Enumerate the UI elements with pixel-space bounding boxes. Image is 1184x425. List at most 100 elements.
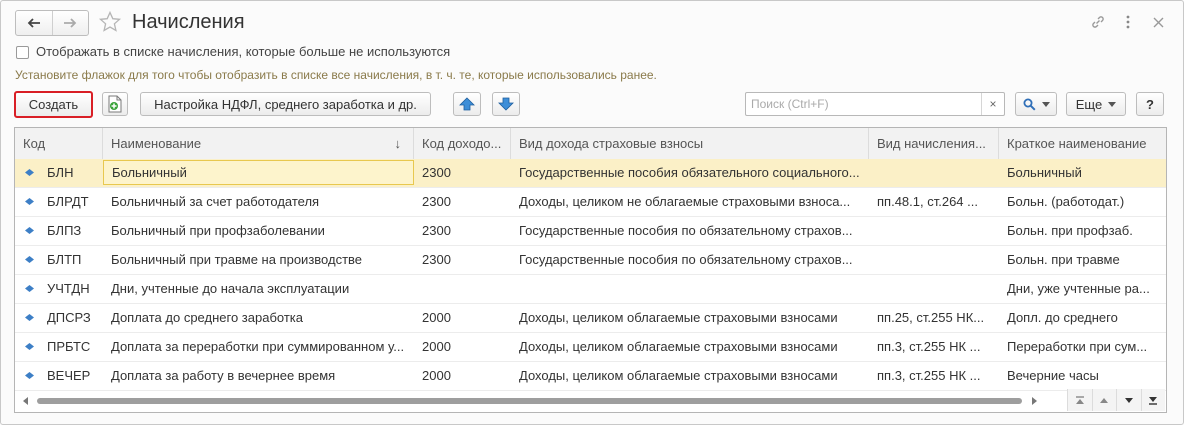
search-clear-button[interactable]: × — [981, 93, 1004, 115]
cell-short-name[interactable]: Переработки при сум... — [999, 333, 1166, 361]
cell-accrual-type[interactable]: пп.48.1, ст.264 ... — [869, 188, 999, 216]
more-menu-button[interactable]: Еще — [1066, 92, 1126, 116]
cell-name[interactable]: Доплата до среднего заработка — [103, 304, 414, 332]
cell-name[interactable]: Дни, учтенные до начала эксплуатации — [103, 275, 414, 303]
table-row[interactable]: ВЕЧЕР Доплата за работу в вечернее время 2… — [15, 362, 1166, 391]
favorite-star-icon[interactable] — [98, 10, 122, 34]
search-placeholder: Поиск (Ctrl+F) — [751, 97, 829, 111]
cell-code[interactable]: ПРБТС — [39, 333, 103, 361]
arrow-left-icon — [27, 18, 40, 28]
table-row[interactable]: БЛРДТ Больничный за счет работодателя 2300… — [15, 188, 1166, 217]
cell-income-code[interactable]: 2000 — [414, 333, 511, 361]
cell-name[interactable]: Больничный — [103, 160, 414, 185]
column-header-income-code[interactable]: Код доходо... — [414, 128, 511, 159]
cell-income-code[interactable]: 2000 — [414, 362, 511, 390]
cell-short-name[interactable]: Дни, уже учтенные ра... — [999, 275, 1166, 303]
close-icon[interactable] — [1148, 12, 1168, 32]
cell-accrual-type[interactable] — [869, 246, 999, 274]
page-down-button[interactable] — [1116, 389, 1141, 411]
cell-short-name[interactable]: Больн. при травме — [999, 246, 1166, 274]
create-button[interactable]: Создать — [14, 91, 93, 118]
table-header: Код Наименование ↓ Код доходо... Вид дох… — [15, 128, 1166, 160]
column-header-short-name[interactable]: Краткое наименование — [999, 128, 1166, 159]
cell-insurance-income-type[interactable]: Доходы, целиком облагаемые страховыми вз… — [511, 333, 869, 361]
cell-name[interactable]: Больничный при травме на производстве — [103, 246, 414, 274]
show-unused-label[interactable]: Отображать в списке начисления, которые … — [36, 44, 450, 59]
triangle-down-icon — [1124, 397, 1133, 403]
back-button[interactable] — [16, 11, 52, 35]
cell-name[interactable]: Доплата за работу в вечернее время — [103, 362, 414, 390]
column-header-name[interactable]: Наименование ↓ — [103, 128, 414, 159]
cell-code[interactable]: БЛН — [39, 159, 103, 187]
last-row-icon — [1149, 396, 1158, 405]
copy-button[interactable] — [102, 92, 128, 116]
table-row[interactable]: БЛН Больничный 2300 Государственные пособия… — [15, 159, 1166, 188]
cell-insurance-income-type[interactable] — [511, 275, 869, 303]
horizontal-scrollbar-thumb[interactable] — [37, 398, 1022, 404]
cell-accrual-type[interactable]: пп.3, ст.255 НК ... — [869, 333, 999, 361]
more-vertical-icon[interactable] — [1118, 12, 1138, 32]
cell-code[interactable]: ДПСРЗ — [39, 304, 103, 332]
cell-income-code[interactable] — [414, 275, 511, 303]
cell-name[interactable]: Больничный при профзаболевании — [103, 217, 414, 245]
cell-name[interactable]: Доплата за переработки при суммированном… — [103, 333, 414, 361]
go-to-first-button[interactable] — [1067, 389, 1092, 411]
cell-code[interactable]: БЛПЗ — [39, 217, 103, 245]
cell-insurance-income-type[interactable]: Государственные пособия по обязательному… — [511, 246, 869, 274]
cell-insurance-income-type[interactable]: Доходы, целиком облагаемые страховыми вз… — [511, 304, 869, 332]
cell-name[interactable]: Больничный за счет работодателя — [103, 188, 414, 216]
column-header-code[interactable]: Код — [15, 128, 103, 159]
page-up-button[interactable] — [1091, 389, 1116, 411]
magnifier-icon — [1023, 98, 1036, 111]
cell-code[interactable]: ВЕЧЕР — [39, 362, 103, 390]
cell-code[interactable]: БЛТП — [39, 246, 103, 274]
cell-insurance-income-type[interactable]: Доходы, целиком не облагаемые страховыми… — [511, 188, 869, 216]
search-input[interactable]: Поиск (Ctrl+F) × — [745, 92, 1005, 116]
column-header-insurance-income-type[interactable]: Вид дохода страховые взносы — [511, 128, 869, 159]
accrual-item-icon — [25, 314, 34, 321]
cell-code[interactable]: БЛРДТ — [39, 188, 103, 216]
search-options-button[interactable] — [1015, 92, 1057, 116]
cell-income-code[interactable]: 2300 — [414, 188, 511, 216]
chevron-down-icon — [1041, 101, 1050, 107]
link-icon[interactable] — [1088, 12, 1108, 32]
table-row[interactable]: ПРБТС Доплата за переработки при суммиров… — [15, 333, 1166, 362]
cell-short-name[interactable]: Допл. до среднего — [999, 304, 1166, 332]
table-row[interactable]: БЛПЗ Больничный при профзаболевании 2300 Го… — [15, 217, 1166, 246]
cell-insurance-income-type[interactable]: Государственные пособия по обязательному… — [511, 217, 869, 245]
column-header-accrual-type[interactable]: Вид начисления... — [869, 128, 999, 159]
cell-accrual-type[interactable]: пп.25, ст.255 НК... — [869, 304, 999, 332]
accrual-item-icon — [25, 372, 34, 379]
cell-accrual-type[interactable]: пп.3, ст.255 НК ... — [869, 362, 999, 390]
cell-income-code[interactable]: 2300 — [414, 246, 511, 274]
cell-income-code[interactable]: 2300 — [414, 159, 511, 187]
cell-short-name[interactable]: Больн. при профзаб. — [999, 217, 1166, 245]
scroll-left-icon[interactable] — [21, 396, 31, 406]
cell-code[interactable]: УЧТДН — [39, 275, 103, 303]
table-row[interactable]: БЛТП Больничный при травме на производств… — [15, 246, 1166, 275]
accrual-item-icon — [25, 285, 34, 292]
cell-income-code[interactable]: 2300 — [414, 217, 511, 245]
cell-short-name[interactable]: Больничный — [999, 159, 1166, 187]
arrow-down-icon — [498, 97, 514, 111]
cell-accrual-type[interactable] — [869, 275, 999, 303]
accrual-item-icon — [25, 256, 34, 263]
scroll-right-icon[interactable] — [1029, 396, 1039, 406]
show-unused-checkbox[interactable] — [16, 46, 29, 59]
cell-income-code[interactable]: 2000 — [414, 304, 511, 332]
table-row[interactable]: ДПСРЗ Доплата до среднего заработка 2000 До… — [15, 304, 1166, 333]
move-up-button[interactable] — [453, 92, 481, 116]
cell-insurance-income-type[interactable]: Государственные пособия обязательного со… — [511, 159, 869, 187]
cell-insurance-income-type[interactable]: Доходы, целиком облагаемые страховыми вз… — [511, 362, 869, 390]
move-down-button[interactable] — [492, 92, 520, 116]
cell-accrual-type[interactable] — [869, 217, 999, 245]
table-row[interactable]: УЧТДН Дни, учтенные до начала эксплуатаци… — [15, 275, 1166, 304]
cell-short-name[interactable]: Больн. (работодат.) — [999, 188, 1166, 216]
horizontal-scrollbar[interactable] — [15, 395, 1065, 407]
cell-accrual-type[interactable] — [869, 159, 999, 187]
go-to-last-button[interactable] — [1140, 389, 1165, 411]
forward-button[interactable] — [51, 11, 89, 35]
help-button[interactable]: ? — [1136, 92, 1164, 116]
ndfl-settings-button[interactable]: Настройка НДФЛ, среднего заработка и др. — [140, 92, 431, 116]
cell-short-name[interactable]: Вечерние часы — [999, 362, 1166, 390]
